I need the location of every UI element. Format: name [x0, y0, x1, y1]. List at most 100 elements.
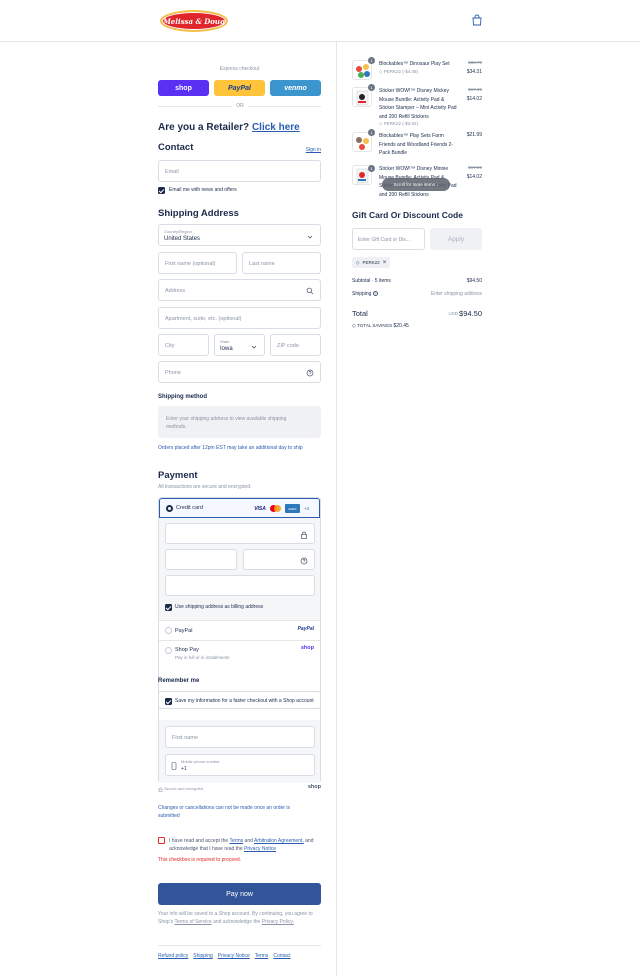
subtotal-label: Subtotal · 5 items: [352, 278, 391, 284]
city-field[interactable]: City: [158, 334, 209, 356]
arbitration-link[interactable]: Arbitration Agreement,: [254, 838, 304, 844]
zip-field[interactable]: ZIP code: [270, 334, 321, 356]
terms-and: and: [244, 838, 253, 844]
remember-me-form: First name Mobile phone number +1: [159, 720, 320, 783]
shop-pay-label: Shop Pay: [175, 647, 199, 653]
item-price: $34.31: [466, 69, 482, 75]
card-number-field[interactable]: [165, 523, 315, 544]
item-price: $21.99: [466, 132, 482, 138]
apartment-field[interactable]: Apartment, suite, etc. (optional): [158, 307, 321, 329]
help-circle-icon[interactable]: ?: [372, 291, 378, 296]
paypal-radio[interactable]: [165, 627, 172, 634]
terms-footer-link[interactable]: Terms: [255, 953, 269, 959]
first-name-placeholder: First name (optional): [165, 261, 216, 267]
privacy-policy-link[interactable]: Privacy Policy.: [262, 919, 294, 925]
shop-pay-radio[interactable]: [165, 647, 172, 654]
terms-of-service-link[interactable]: Terms of Service: [174, 919, 211, 925]
remember-me-box: Save my information for a faster checkou…: [158, 691, 321, 783]
chevron-down-icon: [307, 235, 313, 239]
shop-logo: shop: [300, 645, 314, 651]
contact-title: Contact: [158, 142, 194, 153]
sign-in-link[interactable]: Sign in: [306, 147, 321, 153]
discount-code-input[interactable]: Enter Gift Card or Dis...: [352, 228, 425, 250]
phone-field[interactable]: Phone: [158, 361, 321, 383]
last-name-field[interactable]: Last name: [242, 252, 321, 274]
shop-pay-button[interactable]: shop: [158, 80, 209, 96]
address-placeholder: Address: [165, 288, 186, 294]
venmo-button[interactable]: venmo: [270, 80, 321, 96]
brand-logo[interactable]: Melissa & Doug: [160, 10, 228, 32]
card-logos: VISA AMEX +4: [254, 504, 309, 513]
original-price: $17.99: [468, 165, 482, 170]
credit-card-radio[interactable]: [166, 505, 173, 512]
shop-pay-option[interactable]: Shop Pay Pay in full or in installments …: [159, 641, 320, 665]
payment-subtitle: All transactions are secure and encrypte…: [158, 484, 252, 490]
expiration-field[interactable]: [165, 549, 237, 570]
first-name-field[interactable]: First name (optional): [158, 252, 237, 274]
retailer-link[interactable]: Click here: [252, 122, 300, 133]
security-code-field[interactable]: [243, 549, 315, 570]
chevron-down-icon: [251, 345, 257, 349]
help-circle-icon[interactable]: [300, 557, 308, 565]
column-divider: [336, 42, 337, 976]
billing-checkbox[interactable]: [165, 604, 172, 611]
shipping-method-text: Enter your shipping address to view avai…: [166, 416, 287, 430]
footer-links: Refund policy Shipping Privacy Notice Te…: [158, 953, 291, 959]
shop-first-name-field[interactable]: First name: [165, 726, 315, 748]
quantity-badge: 1: [368, 165, 375, 172]
item-price: $14.02: [466, 96, 482, 102]
shipping-row: Shipping ? Enter shipping address: [352, 291, 482, 297]
shop-account-note: Your info will be saved to a Shop accoun…: [158, 910, 321, 926]
savings-value: $20.45: [393, 323, 409, 329]
retailer-heading: Are you a Retailer? Click here: [158, 122, 300, 133]
footer-divider: [158, 945, 321, 946]
lock-icon: [158, 787, 163, 792]
pay-now-button[interactable]: Pay now: [158, 883, 321, 905]
contact-link[interactable]: Contact: [273, 953, 290, 959]
line-item: 1 Sticker WOW!™ Disney Mickey Mouse Bund…: [352, 84, 482, 127]
gift-card-title: Gift Card Or Discount Code: [352, 210, 463, 220]
quantity-badge: 1: [368, 129, 375, 136]
or-text: OR: [232, 103, 248, 109]
mobile-value: +1: [181, 766, 187, 772]
apply-button[interactable]: Apply: [430, 228, 482, 250]
shop-pay-sublabel: Pay in full or in installments: [175, 655, 230, 660]
news-checkbox[interactable]: [158, 187, 165, 194]
address-field[interactable]: Address: [158, 279, 321, 301]
scroll-more-button[interactable]: Scroll for more items ↓: [382, 178, 450, 191]
savings-label: TOTAL SAVINGS: [357, 323, 393, 328]
scroll-hint-text: Scroll for more items: [393, 182, 435, 187]
refund-policy-link[interactable]: Refund policy: [158, 953, 188, 959]
country-select[interactable]: Country/Region United States: [158, 224, 321, 246]
more-cards-count: +4: [303, 506, 309, 511]
state-select[interactable]: State Iowa: [214, 334, 265, 356]
save-info-checkbox[interactable]: [165, 698, 172, 705]
terms-text-1: I have read and accept the: [169, 838, 229, 844]
tag-icon: ◇: [352, 323, 356, 329]
terms-link[interactable]: Terms: [230, 838, 244, 844]
privacy-notice-footer-link[interactable]: Privacy Notice: [218, 953, 250, 959]
mobile-phone-field[interactable]: Mobile phone number +1: [165, 754, 315, 776]
original-price: $17.99: [468, 87, 482, 92]
line-item: 1 Blockables™ Play Sets Farm Friends and…: [352, 129, 482, 160]
remove-code-icon[interactable]: ×: [383, 260, 387, 266]
credit-card-option[interactable]: Credit card VISA AMEX +4: [159, 498, 320, 518]
shopping-bag-icon[interactable]: [471, 14, 483, 26]
paypal-button[interactable]: PayPal: [214, 80, 265, 96]
name-on-card-field[interactable]: [165, 575, 315, 596]
discount-tag: ◇ PERK22 (-$4.48): [379, 69, 418, 74]
header: Melissa & Doug: [0, 0, 640, 42]
item-name: Sticker WOW!™ Disney Mickey Mouse Bundle…: [379, 88, 457, 120]
applied-code-text: PERK22: [362, 260, 380, 265]
shipping-link[interactable]: Shipping: [193, 953, 212, 959]
state-label: State: [220, 339, 230, 344]
email-field[interactable]: Email: [158, 160, 321, 182]
privacy-notice-link[interactable]: Privacy Notice: [244, 846, 276, 852]
search-icon: [306, 287, 314, 295]
state-value: Iowa: [220, 346, 233, 352]
currency-code: USD: [448, 311, 458, 316]
terms-checkbox[interactable]: [158, 837, 165, 844]
line-item: 1 Blockables™ Dinosaur Play Set ◇ PERK22…: [352, 57, 482, 82]
help-circle-icon[interactable]: [306, 369, 314, 377]
paypal-option[interactable]: PayPal PayPal: [159, 621, 320, 641]
